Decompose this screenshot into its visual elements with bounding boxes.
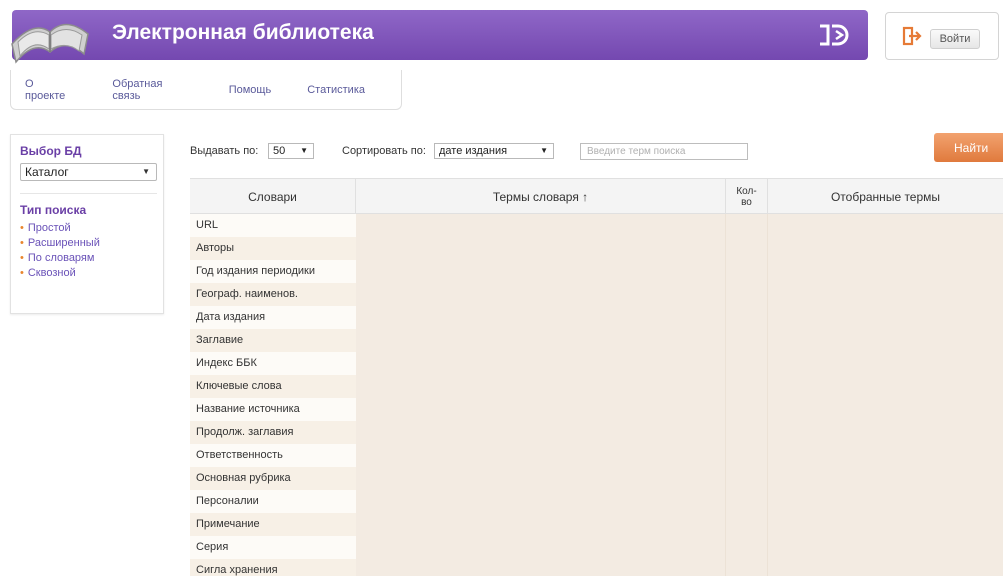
nav-feedback[interactable]: Обратная связь bbox=[112, 78, 192, 102]
db-select-value: Каталог bbox=[25, 165, 69, 179]
brand-logo-icon bbox=[820, 24, 849, 46]
search-type-through[interactable]: Сквозной bbox=[20, 266, 100, 281]
nav-statistics[interactable]: Статистика bbox=[307, 84, 365, 96]
sort-value: дате издания bbox=[439, 145, 508, 157]
sidebar-divider bbox=[20, 193, 157, 194]
login-icon[interactable] bbox=[902, 26, 922, 46]
db-select-heading: Выбор БД bbox=[20, 144, 82, 158]
dictionary-item[interactable]: Географ. наименов. bbox=[190, 283, 356, 306]
dictionary-item[interactable]: Название источника bbox=[190, 398, 356, 421]
per-page-value: 50 bbox=[273, 145, 286, 157]
per-page-select[interactable]: 50 ▼ bbox=[268, 143, 314, 159]
dictionary-item[interactable]: Основная рубрика bbox=[190, 467, 356, 490]
dictionary-item[interactable]: Заглавие bbox=[190, 329, 356, 352]
chevron-down-icon: ▼ bbox=[142, 167, 150, 176]
db-select[interactable]: Каталог ▼ bbox=[20, 163, 157, 181]
table-header: Словари Термы словаря ↑ Кол- во Отобранн… bbox=[190, 178, 1003, 215]
dictionary-item[interactable]: Серия bbox=[190, 536, 356, 559]
dictionary-item[interactable]: Индекс ББК bbox=[190, 352, 356, 375]
search-input[interactable] bbox=[580, 143, 748, 160]
nav-help[interactable]: Помощь bbox=[229, 84, 272, 96]
header-selected-terms: Отобранные термы bbox=[830, 190, 941, 204]
chevron-down-icon: ▼ bbox=[540, 146, 548, 155]
dictionary-item[interactable]: Дата издания bbox=[190, 306, 356, 329]
dictionary-item[interactable]: Год издания периодики bbox=[190, 260, 356, 283]
search-type-advanced[interactable]: Расширенный bbox=[20, 236, 100, 251]
login-button[interactable]: Войти bbox=[930, 29, 980, 49]
sort-label: Сортировать по: bbox=[342, 145, 426, 157]
dictionary-item[interactable]: Сигла хранения bbox=[190, 559, 356, 576]
find-button[interactable]: Найти bbox=[934, 133, 1003, 162]
dictionary-table: Словари Термы словаря ↑ Кол- во Отобранн… bbox=[190, 178, 1003, 576]
search-type-heading: Тип поиска bbox=[20, 203, 87, 217]
dictionary-item[interactable]: URL bbox=[190, 214, 356, 237]
chevron-down-icon: ▼ bbox=[300, 146, 308, 155]
selected-terms-panel[interactable] bbox=[768, 214, 1003, 576]
dictionary-list: URL Авторы Год издания периодики Географ. н… bbox=[190, 214, 356, 576]
header-count[interactable]: Кол- во bbox=[726, 179, 768, 215]
open-book-icon bbox=[11, 23, 89, 64]
dictionary-item[interactable]: Персоналии bbox=[190, 490, 356, 513]
top-nav: О проекте Обратная связь Помощь Статисти… bbox=[10, 70, 402, 110]
dictionary-item[interactable]: Продолж. заглавия bbox=[190, 421, 356, 444]
login-panel: Войти bbox=[885, 12, 999, 60]
sort-select[interactable]: дате издания ▼ bbox=[434, 143, 554, 159]
terms-panel[interactable] bbox=[356, 214, 726, 576]
search-type-dictionaries[interactable]: По словарям bbox=[20, 251, 100, 266]
count-panel bbox=[726, 214, 768, 576]
dictionary-item[interactable]: Примечание bbox=[190, 513, 356, 536]
sidebar: Выбор БД Каталог ▼ Тип поиска Простой Ра… bbox=[10, 134, 164, 314]
site-title: Электронная библиотека bbox=[112, 21, 374, 44]
header-terms[interactable]: Термы словаря ↑ bbox=[356, 179, 726, 215]
search-type-simple[interactable]: Простой bbox=[20, 221, 100, 236]
per-page-label: Выдавать по: bbox=[190, 145, 259, 157]
nav-about[interactable]: О проекте bbox=[25, 78, 76, 102]
header-banner: Электронная библиотека bbox=[12, 10, 868, 60]
search-type-list: Простой Расширенный По словарям Сквозной bbox=[20, 221, 100, 281]
dictionary-item[interactable]: Ключевые слова bbox=[190, 375, 356, 398]
dictionary-item[interactable]: Авторы bbox=[190, 237, 356, 260]
dictionary-item[interactable]: Ответственность bbox=[190, 444, 356, 467]
header-dictionaries[interactable]: Словари bbox=[190, 179, 356, 215]
